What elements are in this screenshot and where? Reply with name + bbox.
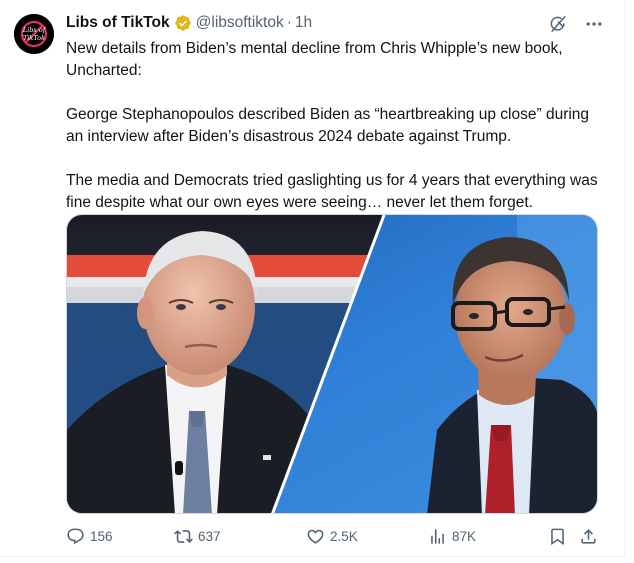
- tweet-paragraph-2: George Stephanopoulos described Biden as…: [66, 106, 590, 145]
- share-button[interactable]: [579, 527, 598, 546]
- tweet-actions-bar: 156 637 2.5K 87K: [66, 522, 598, 550]
- repost-icon: [174, 529, 193, 543]
- tweet-content: Libs of TikTok @libsoftiktok · 1h New de…: [66, 10, 604, 214]
- separator-dot: ·: [286, 14, 292, 31]
- avatar-text-bottom: TikTok: [23, 34, 45, 42]
- split-portrait-photo: [67, 215, 597, 513]
- libs-of-tiktok-logo-icon: Libs of TikTok: [14, 14, 54, 54]
- avatar-text-top: Libs of: [22, 26, 47, 34]
- grok-icon[interactable]: [548, 14, 568, 34]
- reply-button[interactable]: 156: [66, 527, 113, 546]
- reply-count: 156: [90, 528, 113, 544]
- tweet-media-image[interactable]: [66, 214, 598, 514]
- repost-button[interactable]: 637: [174, 527, 221, 546]
- repost-count: 637: [198, 528, 221, 544]
- header-actions: [548, 14, 604, 34]
- tweet-card[interactable]: Libs of TikTok Libs of TikTok @libsoftik…: [0, 0, 625, 557]
- share-icon: [581, 528, 596, 544]
- handle[interactable]: @libsoftiktok: [196, 14, 284, 32]
- heart-icon: [307, 529, 324, 544]
- views-chart-icon: [431, 528, 444, 544]
- bookmark-button[interactable]: [548, 527, 567, 546]
- like-count: 2.5K: [330, 528, 358, 544]
- tweet-header: Libs of TikTok @libsoftiktok · 1h: [66, 10, 604, 36]
- tweet-paragraph-3: The media and Democrats tried gaslightin…: [66, 172, 598, 211]
- verified-badge-icon[interactable]: [174, 14, 192, 32]
- more-options-icon[interactable]: [584, 14, 604, 34]
- views-button[interactable]: 87K: [428, 527, 476, 546]
- display-name[interactable]: Libs of TikTok: [66, 14, 170, 32]
- timestamp[interactable]: 1h: [295, 14, 312, 32]
- like-button[interactable]: 2.5K: [306, 527, 358, 546]
- bookmark-icon: [551, 528, 564, 545]
- tweet-text: New details from Biden’s mental decline …: [66, 38, 598, 214]
- views-count: 87K: [452, 528, 477, 544]
- tweet-paragraph-1: New details from Biden’s mental decline …: [66, 40, 563, 79]
- avatar[interactable]: Libs of TikTok: [14, 14, 54, 54]
- reply-icon: [67, 528, 84, 544]
